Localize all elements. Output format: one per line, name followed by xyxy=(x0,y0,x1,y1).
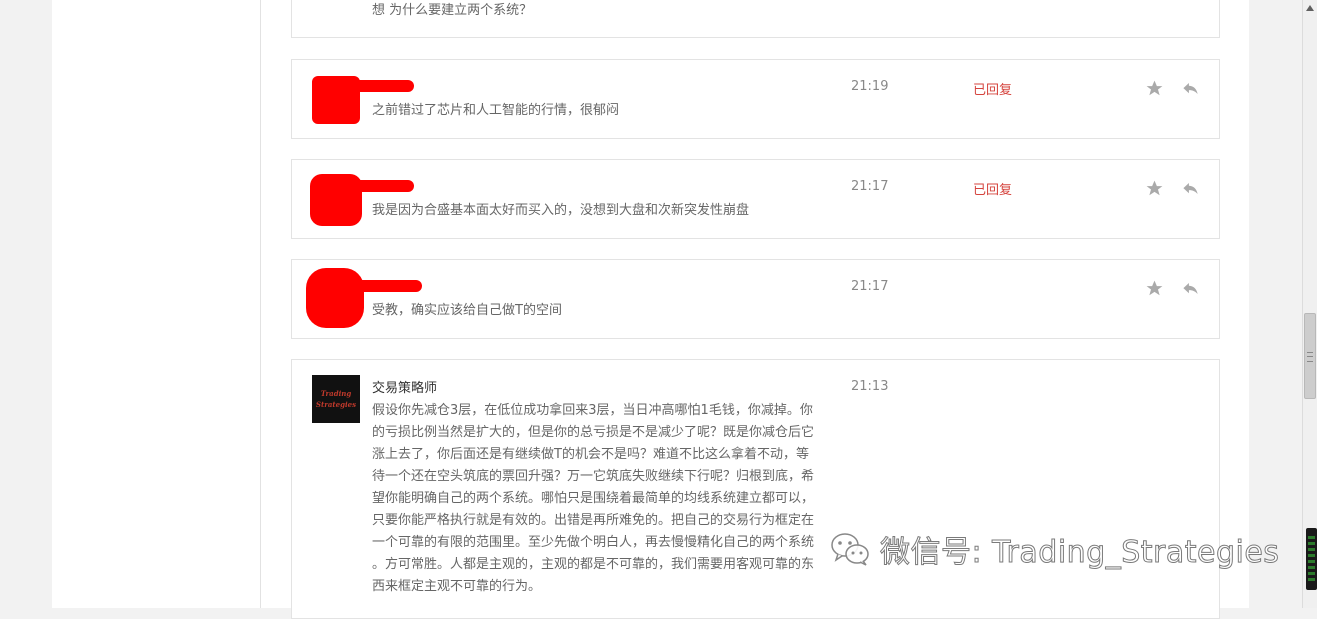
message-text: 受教，确实应该给自己做T的空间 xyxy=(372,303,562,318)
meter-bar xyxy=(1308,578,1315,581)
message-item: Trading Strategies 交易策略师 21:13 假设你先减仓3层，… xyxy=(291,359,1220,619)
star-icon xyxy=(1146,80,1162,95)
message-line: 只要你能严格执行就是有效的。出错是再所难免的。把自己的交易行为框定在 xyxy=(372,513,815,528)
message-time: 21:17 xyxy=(851,179,889,194)
author-name-redacted xyxy=(312,80,414,92)
star-icon xyxy=(1146,280,1162,295)
message-line: 待一个还在空头筑底的票回升强？万一它筑底失败继续下行呢？归根到底，希 xyxy=(372,469,815,484)
avatar-logo-text: Trading xyxy=(320,389,352,398)
wechat-icon xyxy=(831,533,869,566)
message-text: 之前错过了芯片和人工智能的行情，很郁闷 xyxy=(372,103,620,118)
meter-bar xyxy=(1308,560,1315,563)
message-time: 21:13 xyxy=(851,379,889,394)
reply-icon xyxy=(1182,82,1198,94)
message-time: 21:17 xyxy=(851,279,889,294)
star-button[interactable] xyxy=(1143,77,1165,99)
message-line: 假设你先减仓3层，在低位成功拿回来3层，当日冲高哪怕1毛钱，你减掉。你 xyxy=(372,403,813,418)
author-name-redacted xyxy=(316,180,414,192)
message-item: 我是因为合盛基本面太好而买入的，没想到大盘和次新突发性崩盘 21:17 已回复 xyxy=(291,159,1220,239)
message-line: 西来框定主观不可靠的行为。 xyxy=(372,579,542,594)
message-line: 的亏损比例当然是扩大的，但是你的总亏损是不是减少了呢？既是你减仓后它 xyxy=(372,425,815,440)
meter-bar xyxy=(1308,536,1315,539)
reply-button[interactable] xyxy=(1179,277,1201,299)
message-text: 假设你先减仓3层，在低位成功拿回来3层，当日冲高哪怕1毛钱，你减掉。你 的亏损比… xyxy=(372,400,852,598)
author-name: 交易策略师 xyxy=(372,381,438,396)
message-text: 想 为什么要建立两个系统？ xyxy=(372,3,533,18)
avatar: Trading Strategies xyxy=(312,375,360,423)
meter-bar xyxy=(1308,572,1315,575)
message-line: 。方可常胜。人都是主观的，主观的都是不可靠的，我们需要用客观可靠的东 xyxy=(372,557,815,572)
meter-bar xyxy=(1308,548,1315,551)
wechat-watermark: 微信号: Trading_Strategies xyxy=(830,526,1279,572)
star-button[interactable] xyxy=(1143,177,1165,199)
message-item: 想 为什么要建立两个系统？ xyxy=(291,0,1220,38)
message-text: 我是因为合盛基本面太好而买入的，没想到大盘和次新突发性崩盘 xyxy=(372,203,750,218)
level-meter-widget xyxy=(1306,528,1317,590)
reply-button[interactable] xyxy=(1179,177,1201,199)
vertical-scrollbar[interactable] xyxy=(1302,0,1317,608)
message-line: 涨上去了，你后面还是有继续做T的机会不是吗？难道不比这么拿着不动，等 xyxy=(372,447,809,462)
meter-bar xyxy=(1308,542,1315,545)
avatar-redacted xyxy=(306,268,364,328)
meter-bar xyxy=(1308,566,1315,569)
scroll-up-button[interactable] xyxy=(1303,0,1317,16)
scrollbar-thumb[interactable] xyxy=(1304,313,1316,399)
reply-icon xyxy=(1182,182,1198,194)
message-time: 21:19 xyxy=(851,79,889,94)
star-icon xyxy=(1146,180,1162,195)
sidebar-panel xyxy=(52,0,261,608)
author-name-redacted xyxy=(322,280,422,292)
message-line: 一个可靠的有限的范围里。至少先做个明白人，再去慢慢精化自己的两个系统 xyxy=(372,535,815,550)
message-item: 受教，确实应该给自己做T的空间 21:17 xyxy=(291,259,1220,339)
meter-bar xyxy=(1308,554,1315,557)
replied-status: 已回复 xyxy=(973,83,1013,98)
star-button[interactable] xyxy=(1143,277,1165,299)
message-item: 之前错过了芯片和人工智能的行情，很郁闷 21:19 已回复 xyxy=(291,59,1220,139)
reply-icon xyxy=(1182,282,1198,294)
grip-icon xyxy=(1307,352,1313,362)
page-background-left xyxy=(0,0,52,608)
arrow-up-icon xyxy=(1306,5,1314,11)
reply-button[interactable] xyxy=(1179,77,1201,99)
message-line: 望你能明确自己的两个系统。哪怕只是围绕着最简单的均线系统建立都可以， xyxy=(372,491,815,506)
page-background-right xyxy=(1250,0,1302,608)
watermark-text: 微信号: Trading_Strategies xyxy=(879,535,1280,571)
replied-status: 已回复 xyxy=(973,183,1013,198)
avatar-logo-text: Strategies xyxy=(315,400,357,409)
